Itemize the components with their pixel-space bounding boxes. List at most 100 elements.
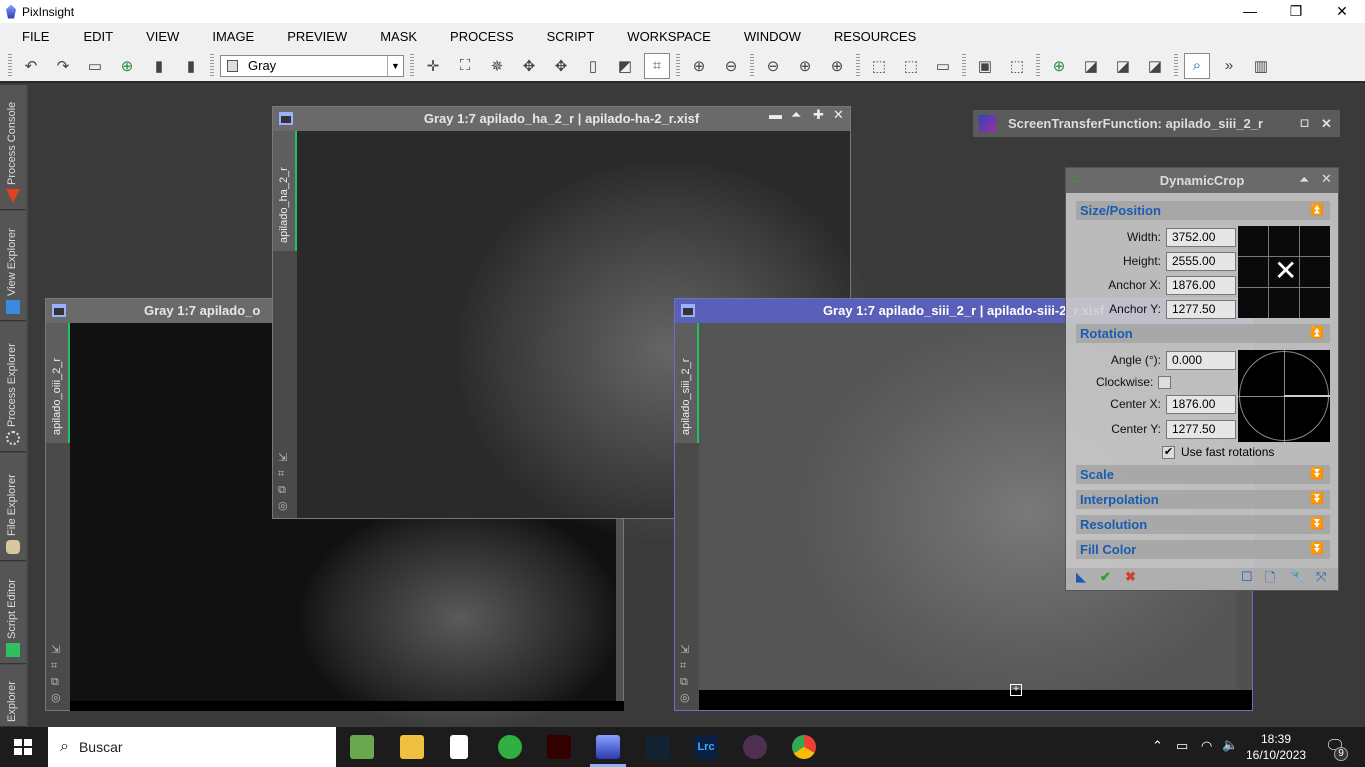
wrench-icon[interactable]: 🔧 — [1290, 569, 1306, 585]
wifi-icon[interactable]: ◠ — [1201, 738, 1212, 754]
section-resolution[interactable]: Resolution ⏬ — [1076, 515, 1330, 534]
section-interpolation[interactable]: Interpolation ⏬ — [1076, 490, 1330, 509]
windows-start-icon[interactable] — [14, 739, 32, 755]
window-icon[interactable] — [279, 112, 293, 125]
window-icon[interactable] — [681, 304, 695, 317]
zoom-1-1-icon[interactable]: ⊕ — [792, 53, 818, 79]
crop-handle-icon[interactable]: + — [1010, 684, 1022, 696]
menu-edit[interactable]: EDIT — [83, 29, 146, 44]
window-title[interactable]: Gray 1:7 apilado_ha_2_r | apilado-ha-2_r… — [273, 107, 850, 131]
app-icon[interactable] — [498, 735, 522, 759]
view-tools[interactable]: ⇲ ⌗ ⧉ ◎ — [51, 642, 61, 706]
chrome-icon[interactable] — [792, 735, 816, 759]
maximize-icon[interactable]: ◻ — [1300, 110, 1309, 137]
pan-icon[interactable]: ✥ — [548, 53, 574, 79]
menu-workspace[interactable]: WORKSPACE — [627, 29, 744, 44]
tab-process-explorer[interactable]: Process Explorer — [0, 322, 26, 452]
shade-icon[interactable]: ⏶ — [1299, 172, 1309, 188]
toolbar-grip[interactable] — [1174, 53, 1178, 78]
clock[interactable]: 18:39 16/10/2023 — [1246, 731, 1306, 763]
move-icon[interactable]: ✥ — [516, 53, 542, 79]
restore-icon[interactable]: ▭ — [930, 53, 956, 79]
window-icon[interactable] — [52, 304, 66, 317]
rotation-dial[interactable] — [1238, 350, 1330, 442]
zoom-2-1-icon[interactable]: ⊕ — [824, 53, 850, 79]
close-button[interactable]: ✕ — [1319, 0, 1365, 23]
colorspace-select[interactable]: Gray ▼ — [220, 54, 404, 77]
anchor-x-input[interactable]: 1876.00 — [1166, 275, 1236, 295]
menu-script[interactable]: SCRIPT — [547, 29, 628, 44]
view-tab[interactable]: apilado_oiii_2_r — [46, 323, 70, 443]
file-explorer-icon[interactable] — [400, 735, 424, 759]
zoom-icon[interactable]: ⊖ — [760, 53, 786, 79]
menu-resources[interactable]: RESOURCES — [834, 29, 937, 44]
anchor-y-input[interactable]: 1277.50 — [1166, 299, 1236, 319]
zoom-in-icon[interactable]: ⊕ — [686, 53, 712, 79]
close-icon[interactable]: ✕ — [1321, 171, 1332, 187]
toolbar-grip[interactable] — [210, 53, 214, 78]
reset-icon[interactable]: ⤧ — [1316, 569, 1326, 585]
center-y-input[interactable]: 1277.50 — [1166, 419, 1236, 439]
tab-view-explorer[interactable]: View Explorer — [0, 211, 26, 321]
sidebar-icon[interactable]: ▥ — [1248, 53, 1274, 79]
maximize-view-icon[interactable]: ⬚ — [1004, 53, 1030, 79]
mask-remove-icon[interactable]: ◪ — [1142, 53, 1168, 79]
page-icon[interactable]: ▯ — [580, 53, 606, 79]
crop-icon[interactable]: ⌗ — [644, 52, 670, 79]
close-icon[interactable]: ✕ — [833, 107, 844, 123]
select-icon[interactable]: ◩ — [612, 53, 638, 79]
fast-rotations-checkbox[interactable]: ✔ — [1162, 445, 1175, 459]
window-icon[interactable]: ▣ — [972, 53, 998, 79]
duplicate-image-icon[interactable]: ▮ — [178, 53, 204, 79]
app-icon[interactable] — [547, 735, 571, 759]
rename-view-icon[interactable]: ▭ — [82, 53, 108, 79]
center-x-input[interactable]: 1876.00 — [1166, 394, 1236, 414]
toolbar-grip[interactable] — [676, 53, 680, 78]
magnifier-icon[interactable]: ⌕ — [1184, 52, 1210, 79]
toolbar-grip[interactable] — [410, 53, 414, 78]
view-tools[interactable]: ⇲ ⌗ ⧉ ◎ — [680, 642, 690, 706]
fit-view-icon[interactable]: ⬚ — [866, 53, 892, 79]
section-rotation[interactable]: Rotation ⏫ — [1076, 324, 1330, 343]
notepad-app-icon[interactable] — [350, 735, 374, 759]
toolbar-grip[interactable] — [856, 53, 860, 78]
menu-window[interactable]: WINDOW — [744, 29, 834, 44]
app-icon[interactable] — [646, 735, 670, 759]
document-icon[interactable]: 🗋 — [1265, 569, 1275, 591]
crosshair-icon[interactable]: ✛ — [420, 53, 446, 79]
document-app-icon[interactable] — [450, 735, 468, 759]
tab-process-console[interactable]: Process Console — [0, 85, 26, 210]
new-mask-icon[interactable]: ⊕ — [1046, 53, 1072, 79]
shrink-icon[interactable]: ✵ — [484, 53, 510, 79]
stf-window[interactable]: ScreenTransferFunction: apilado_siii_2_r… — [973, 110, 1340, 137]
app-icon[interactable] — [743, 735, 767, 759]
tab-explorer[interactable]: Explorer — [0, 665, 26, 727]
new-instance-icon[interactable]: ◣ — [1076, 569, 1086, 585]
view-tab[interactable]: apilado_siii_2_r — [675, 323, 699, 443]
volume-icon[interactable]: 🔈 — [1222, 737, 1238, 753]
mask-icon[interactable]: ◪ — [1078, 53, 1104, 79]
anchor-selector[interactable]: ✕ — [1238, 226, 1330, 318]
dc-title[interactable]: DynamicCrop — [1066, 168, 1338, 193]
angle-input[interactable]: 0.000 — [1166, 350, 1236, 370]
menu-preview[interactable]: PREVIEW — [287, 29, 380, 44]
new-image-icon[interactable]: ⊕ — [114, 53, 140, 79]
menu-file[interactable]: FILE — [22, 29, 83, 44]
redo-icon[interactable]: ↷ — [50, 53, 76, 79]
minimize-icon[interactable]: ▬ — [769, 107, 782, 122]
view-tools[interactable]: ⇲ ⌗ ⧉ ◎ — [278, 450, 288, 514]
tab-script-editor[interactable]: Script Editor — [0, 562, 26, 664]
menu-view[interactable]: VIEW — [146, 29, 212, 44]
browse-doc-icon[interactable]: ☐ — [1241, 569, 1253, 585]
maximize-icon[interactable]: ✚ — [813, 107, 824, 123]
toolbar-grip[interactable] — [1036, 53, 1040, 78]
toolbar-grip[interactable] — [750, 53, 754, 78]
menu-process[interactable]: PROCESS — [450, 29, 547, 44]
mask-add-icon[interactable]: ◪ — [1110, 53, 1136, 79]
zoom-out-icon[interactable]: ⊖ — [718, 53, 744, 79]
lightroom-icon[interactable]: Lrc — [694, 735, 718, 759]
section-size-position[interactable]: Size/Position ⏫ — [1076, 201, 1330, 220]
close-icon[interactable]: ✕ — [1321, 110, 1332, 137]
clockwise-checkbox[interactable] — [1158, 375, 1172, 389]
overflow-icon[interactable]: » — [1216, 53, 1242, 79]
